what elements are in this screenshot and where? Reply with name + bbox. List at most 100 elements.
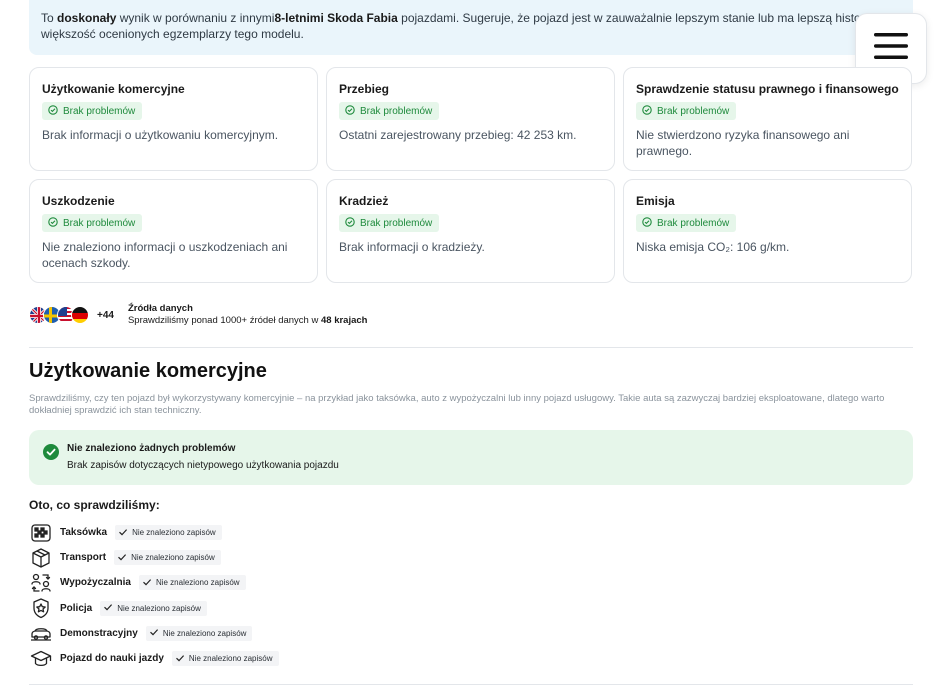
rental-exchange-icon (29, 571, 53, 595)
check-status: Nie znaleziono zapisów (162, 628, 247, 638)
more-countries-count: +44 (97, 309, 114, 321)
card-mileage[interactable]: Przebieg Brak problemów Ostatni zarejest… (326, 67, 615, 171)
check-label: Pojazd do nauki jazdy (60, 653, 164, 665)
check-status-chip: Nie znaleziono zapisów (138, 575, 246, 591)
data-sources-text: Źródła danych Sprawdziliśmy ponad 1000+ … (128, 303, 368, 327)
checkmark-icon (103, 602, 113, 614)
card-commercial-use[interactable]: Użytkowanie komercyjne Brak problemów Br… (29, 67, 318, 171)
card-title: Emisja (636, 194, 675, 208)
card-text: Brak informacji o użytkowaniu komercyjny… (42, 128, 279, 142)
section-title: Użytkowanie komercyjne (29, 360, 267, 382)
divider (29, 684, 913, 685)
card-title: Przebieg (339, 82, 390, 96)
card-text: Nie znaleziono informacji o uszkodzeniac… (42, 240, 288, 270)
hamburger-menu-icon (873, 31, 909, 66)
check-status: Nie znaleziono zapisów (188, 654, 273, 664)
data-sources: +44 Źródła danych Sprawdziliśmy ponad 10… (29, 300, 529, 330)
summary-cards: Użytkowanie komercyjne Brak problemów Br… (29, 67, 913, 283)
status-badge: Brak problemów (636, 102, 737, 120)
check-status: Nie znaleziono zapisów (117, 603, 201, 613)
check-status: Nie znaleziono zapisów (155, 578, 240, 588)
list-item: Pojazd do nauki jazdy Nie znaleziono zap… (29, 646, 429, 671)
checkmark-icon (149, 627, 159, 639)
no-problems-subtitle: Brak zapisów dotyczących nietypowego uży… (67, 460, 339, 471)
taxi-icon (29, 521, 53, 545)
card-text: Brak informacji o kradzieży. (339, 240, 485, 254)
country-flags (29, 306, 89, 324)
card-title: Użytkowanie komercyjne (42, 82, 185, 96)
check-status-chip: Nie znaleziono zapisów (114, 550, 221, 566)
banner-rating: doskonały (57, 11, 117, 25)
card-theft[interactable]: Kradzież Brak problemów Brak informacji … (326, 179, 615, 283)
list-item: Transport Nie znaleziono zapisów (29, 545, 429, 570)
check-label: Transport (60, 552, 107, 564)
status-badge: Brak problemów (636, 214, 737, 232)
divider (29, 347, 913, 348)
germany-flag-icon (71, 306, 89, 324)
check-circle-icon (48, 216, 58, 230)
data-sources-title: Źródła danych (127, 303, 193, 314)
check-circle-icon (48, 104, 58, 118)
data-sources-countries: 48 krajach (320, 315, 368, 326)
card-title: Kradzież (339, 194, 389, 208)
list-item: Demonstracyjny Nie znaleziono zapisów (29, 621, 429, 646)
checkmark-icon (117, 552, 127, 564)
status-badge-label: Brak problemów (657, 217, 730, 229)
status-badge-label: Brak problemów (360, 217, 433, 229)
check-status: Nie znaleziono zapisów (131, 553, 215, 563)
check-status-chip: Nie znaleziono zapisów (100, 600, 207, 616)
no-problems-title: Nie znaleziono żadnych problemów (67, 443, 236, 454)
data-sources-desc: Sprawdziliśmy ponad 1000+ źródeł danych … (128, 315, 368, 327)
no-problems-box: Nie znaleziono żadnych problemów Brak za… (29, 430, 913, 485)
checkmark-icon (118, 527, 128, 539)
comparison-banner: To doskonały wynik w porównaniu z innymi… (29, 0, 913, 55)
card-title: Uszkodzenie (42, 194, 115, 208)
status-badge: Brak problemów (339, 102, 440, 120)
section-description: Sprawdziliśmy, czy ten pojazd był wykorz… (29, 393, 885, 416)
check-circle-icon (345, 216, 355, 230)
status-badge-label: Brak problemów (657, 105, 730, 117)
status-badge: Brak problemów (42, 102, 143, 120)
graduation-cap-icon (29, 647, 53, 671)
card-text: Nie stwierdzono ryzyka finansowego ani p… (636, 128, 850, 158)
banner-text-3: pojazdami. Sugeruje, że pojazd jest w za… (397, 11, 885, 25)
checkmark-icon (175, 653, 185, 665)
banner-text-1: To (41, 11, 58, 25)
check-circle-filled-icon (43, 444, 59, 460)
checked-list: Taksówka Nie znaleziono zapisów Transpor… (29, 520, 429, 671)
status-badge-label: Brak problemów (63, 217, 136, 229)
check-circle-icon (642, 216, 652, 230)
status-badge-label: Brak problemów (360, 105, 433, 117)
card-legal-financial[interactable]: Sprawdzenie statusu prawnego i finansowe… (623, 67, 912, 171)
card-emission[interactable]: Emisja Brak problemów Niska emisja CO₂: … (623, 179, 912, 283)
list-item: Policja Nie znaleziono zapisów (29, 596, 429, 621)
card-text: Ostatni zarejestrowany przebieg: 42 253 … (339, 128, 577, 142)
list-item: Wypożyczalnia Nie znaleziono zapisów (29, 570, 429, 595)
card-title: Sprawdzenie statusu prawnego i finansowe… (636, 82, 899, 96)
card-text: Niska emisja CO₂: 106 g/km. (636, 240, 790, 254)
check-status-chip: Nie znaleziono zapisów (145, 625, 253, 641)
status-badge-label: Brak problemów (63, 105, 136, 117)
status-badge: Brak problemów (42, 214, 143, 232)
check-label: Demonstracyjny (60, 627, 138, 639)
demo-car-icon (29, 621, 53, 645)
check-status-chip: Nie znaleziono zapisów (171, 651, 279, 667)
check-label: Policja (60, 602, 93, 614)
check-circle-icon (642, 104, 652, 118)
banner-model: 8-letnimi Skoda Fabia (274, 11, 398, 25)
box-icon (29, 546, 53, 570)
check-circle-icon (345, 104, 355, 118)
status-badge: Brak problemów (339, 214, 440, 232)
banner-text-4: większość ocenionych egzemplarzy tego mo… (41, 27, 304, 41)
check-status-chip: Nie znaleziono zapisów (115, 525, 222, 541)
list-item: Taksówka Nie znaleziono zapisów (29, 520, 429, 545)
data-sources-desc-text: Sprawdziliśmy ponad 1000+ źródeł danych … (127, 315, 321, 326)
check-label: Taksówka (60, 527, 108, 539)
banner-text-2: wynik w porównaniu z innymi (116, 11, 275, 25)
check-label: Wypożyczalnia (60, 577, 131, 589)
checked-heading: Oto, co sprawdziliśmy: (29, 498, 160, 512)
checkmark-icon (142, 577, 152, 589)
card-damage[interactable]: Uszkodzenie Brak problemów Nie znalezion… (29, 179, 318, 283)
check-status: Nie znaleziono zapisów (132, 528, 216, 538)
police-badge-icon (29, 596, 53, 620)
